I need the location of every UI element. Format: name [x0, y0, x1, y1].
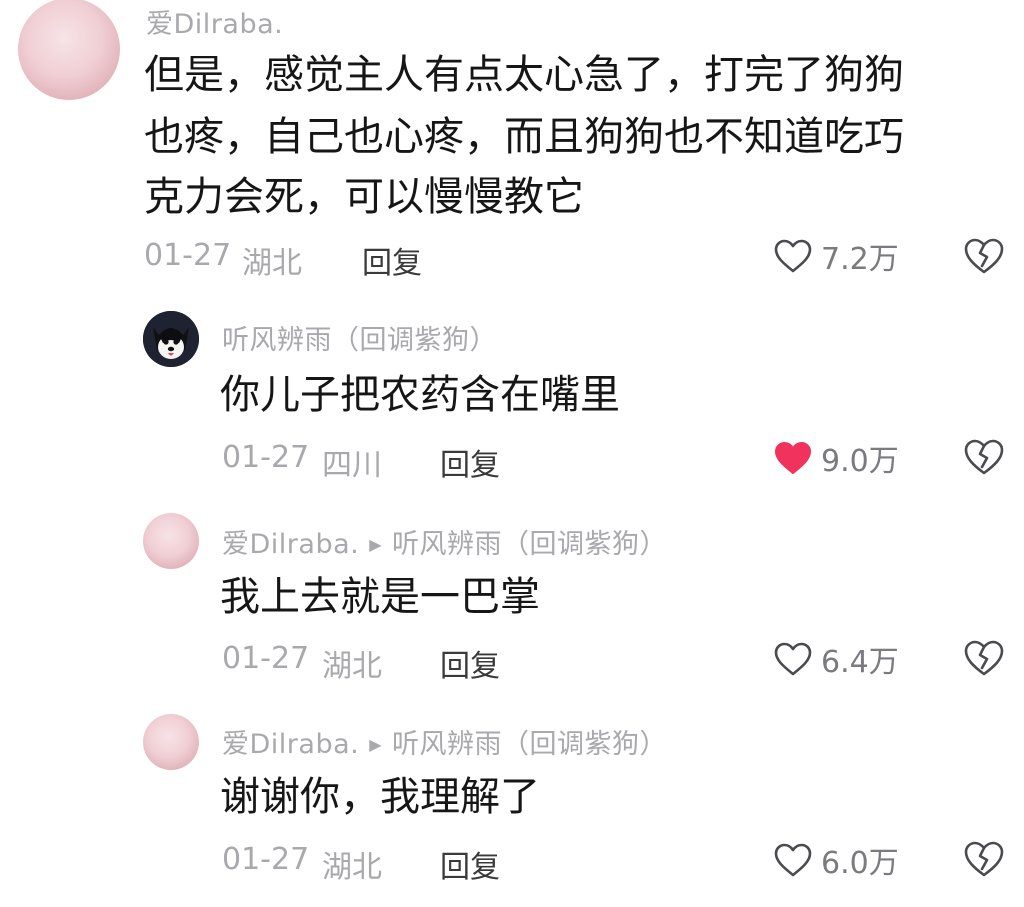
- comment-text-line: 我上去就是一巴掌: [220, 574, 540, 620]
- reply-arrow-icon: ▶: [369, 535, 383, 554]
- reply-button[interactable]: 回复: [440, 440, 500, 484]
- comment-text-line: 谢谢你，我理解了: [220, 774, 540, 820]
- like-count: 6.4万: [821, 645, 899, 680]
- broken-heart-icon[interactable]: [962, 235, 1006, 277]
- like-count: 9.0万: [821, 444, 899, 479]
- avatar[interactable]: [18, 0, 120, 100]
- reply-header: 爱Dilraba. ▶ 听风辨雨（回调紫狗）: [222, 722, 667, 761]
- comment-location: 四川: [322, 448, 382, 483]
- avatar[interactable]: [143, 513, 199, 569]
- avatar[interactable]: [143, 714, 199, 770]
- comment-username[interactable]: 爱Dilraba.: [222, 729, 359, 760]
- broken-heart-icon[interactable]: [962, 436, 1006, 478]
- heart-outline-icon: [774, 239, 812, 273]
- comment-text-line: 也疼，自己也心疼，而且狗狗也不知道吃巧: [144, 114, 904, 160]
- reply-to-username[interactable]: 听风辨雨（回调紫狗）: [392, 529, 667, 560]
- comment-date: 01-27: [144, 238, 232, 273]
- comment-date: 01-27: [222, 440, 310, 475]
- dog-avatar-icon: [143, 311, 199, 367]
- like-count: 6.0万: [821, 846, 899, 881]
- comment-text-line: 你儿子把农药含在嘴里: [220, 372, 620, 418]
- heart-outline-icon: [774, 843, 812, 877]
- like-button[interactable]: 9.0万: [773, 436, 899, 480]
- broken-heart-icon[interactable]: [962, 637, 1006, 679]
- comment-text-line: 但是，感觉主人有点太心急了，打完了狗狗: [144, 52, 904, 98]
- reply-button[interactable]: 回复: [362, 238, 422, 282]
- like-button[interactable]: 6.0万: [773, 838, 899, 882]
- reply-arrow-icon: ▶: [369, 735, 383, 754]
- broken-heart-icon[interactable]: [962, 838, 1006, 880]
- comment-username[interactable]: 爱Dilraba.: [146, 2, 283, 41]
- like-button[interactable]: 6.4万: [773, 637, 899, 681]
- like-button[interactable]: 7.2万: [773, 234, 899, 278]
- reply-button[interactable]: 回复: [440, 641, 500, 685]
- reply-to-username[interactable]: 听风辨雨（回调紫狗）: [392, 729, 667, 760]
- comment-date: 01-27: [222, 641, 310, 676]
- comment-username[interactable]: 爱Dilraba.: [222, 529, 359, 560]
- reply-button[interactable]: 回复: [440, 842, 500, 886]
- comment-text-line: 克力会死，可以慢慢教它: [144, 174, 584, 220]
- comment-location: 湖北: [322, 850, 382, 885]
- avatar[interactable]: [143, 311, 199, 367]
- like-count: 7.2万: [821, 242, 899, 277]
- comment-username[interactable]: 听风辨雨（回调紫狗）: [222, 318, 497, 357]
- comment-location: 湖北: [322, 649, 382, 684]
- reply-header: 爱Dilraba. ▶ 听风辨雨（回调紫狗）: [222, 522, 667, 561]
- heart-filled-icon: [775, 442, 811, 474]
- comment-date: 01-27: [222, 842, 310, 877]
- heart-outline-icon: [774, 642, 812, 676]
- comment-location: 湖北: [242, 246, 302, 281]
